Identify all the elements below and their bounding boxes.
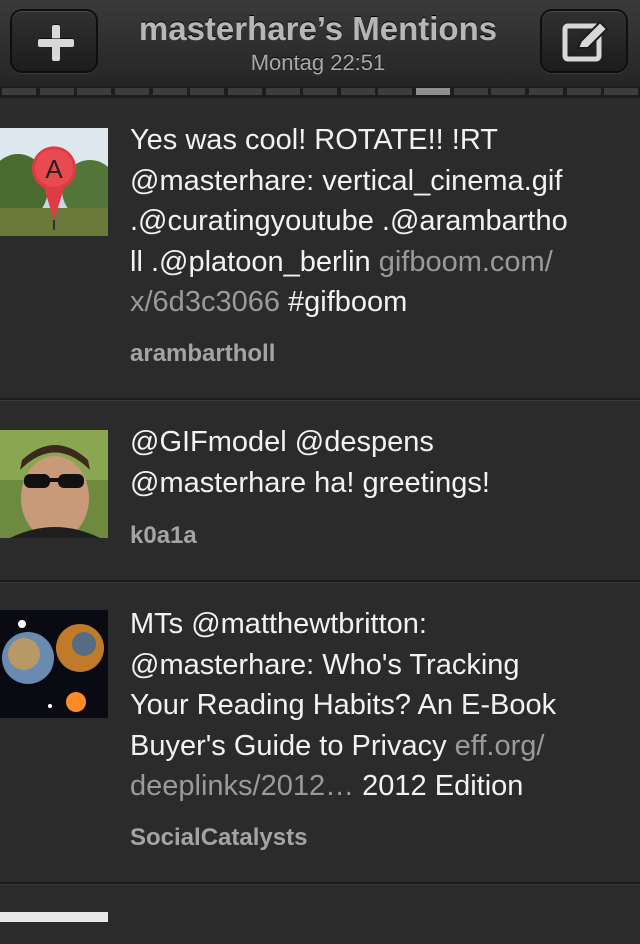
page-dot[interactable] <box>341 88 375 95</box>
tweet-line: Your Reading Habits? An E-Book <box>130 689 557 721</box>
tweet-line: Yes was cool! ROTATE!! !RT <box>130 124 498 156</box>
page-dot[interactable] <box>604 88 638 95</box>
planets-avatar[interactable] <box>0 610 108 718</box>
tweet-link[interactable]: deeplinks/2012… <box>130 770 354 802</box>
plus-icon <box>38 25 74 61</box>
page-dot[interactable] <box>115 88 149 95</box>
page-dot[interactable] <box>40 88 74 95</box>
tweet-item[interactable]: @GIFmodel @despens @masterhare ha! greet… <box>0 400 640 582</box>
add-button[interactable] <box>10 9 98 73</box>
tweet-item[interactable]: A Yes was cool! ROTATE!! !RT @masterhare… <box>0 98 640 400</box>
tweet-line: MTs @matthewtbritton: <box>130 608 427 640</box>
tweet-line: ll .@platoon_berlin gifboom.com/ <box>130 245 553 278</box>
tweet-line: @masterhare: vertical_cinema.gif <box>130 164 563 197</box>
tweet-item[interactable] <box>0 884 640 944</box>
navigation-bar: masterhare’s Mentions Montag 22:51 <box>0 0 640 87</box>
tweet-link[interactable]: gifboom.com/ <box>379 246 553 278</box>
tweet-line: @GIFmodel @despens <box>130 426 434 458</box>
svg-text:A: A <box>45 154 63 184</box>
page-dot[interactable] <box>266 88 300 95</box>
page-dot[interactable] <box>454 88 488 95</box>
tweet-username[interactable]: arambartholl <box>130 340 275 368</box>
page-dot[interactable] <box>529 88 563 95</box>
tweet-username[interactable]: SocialCatalysts <box>130 824 307 852</box>
tweet-username[interactable]: k0a1a <box>130 522 197 550</box>
tweet-line: @masterhare: Who's Tracking <box>130 648 520 681</box>
tweet-text: Yes was cool! ROTATE!! !RT @masterhare: … <box>130 120 635 323</box>
page-dot[interactable] <box>2 88 36 95</box>
next-avatar[interactable] <box>0 912 108 922</box>
page-title: masterhare’s Mentions <box>138 10 498 47</box>
page-dot[interactable] <box>77 88 111 95</box>
man-sunglasses-avatar[interactable] <box>0 430 108 538</box>
tweet-line: Buyer's Guide to Privacy eff.org/ <box>130 729 545 762</box>
tweet-link[interactable]: eff.org/ <box>455 730 545 762</box>
compose-icon <box>562 21 608 62</box>
page-subtitle: Montag 22:51 <box>250 50 386 75</box>
tweet-line: @masterhare ha! greetings! <box>130 466 490 499</box>
page-dot[interactable] <box>378 88 412 95</box>
tweet-item[interactable]: MTs @matthewtbritton: @masterhare: Who's… <box>0 582 640 884</box>
page-dot[interactable] <box>303 88 337 95</box>
tweet-link[interactable]: x/6d3c3066 <box>130 286 280 318</box>
compose-button[interactable] <box>540 9 628 73</box>
page-dot[interactable] <box>491 88 525 95</box>
page-dot[interactable] <box>228 88 262 95</box>
page-dot[interactable] <box>416 88 450 95</box>
page-indicator[interactable] <box>0 86 640 98</box>
tweet-text: @GIFmodel @despens @masterhare ha! greet… <box>130 422 635 503</box>
tweet-line: x/6d3c3066 #gifboom <box>130 286 408 318</box>
tweet-line: .@curatingyoutube .@arambartho <box>130 205 568 237</box>
tweet-text: MTs @matthewtbritton: @masterhare: Who's… <box>130 604 635 807</box>
page-dot[interactable] <box>567 88 601 95</box>
page-dot[interactable] <box>190 88 224 95</box>
map-pin-balloon-avatar[interactable]: A <box>0 128 108 236</box>
tweet-line: deeplinks/2012… 2012 Edition <box>130 770 524 802</box>
page-dot[interactable] <box>153 88 187 95</box>
